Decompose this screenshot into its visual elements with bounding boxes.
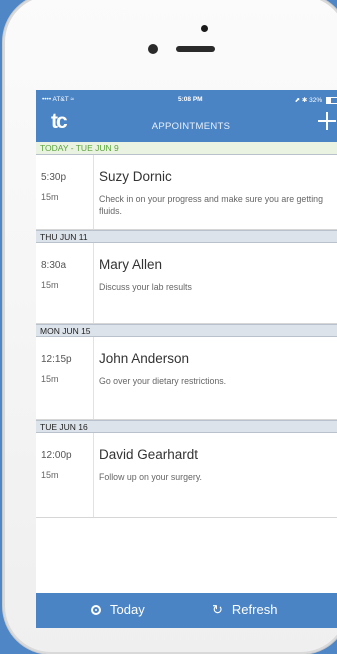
target-icon (91, 604, 101, 615)
front-camera (201, 25, 208, 32)
patient-name: David Gearhardt (99, 447, 199, 462)
appointment-time: 5:30p (41, 172, 67, 183)
refresh-icon: ↻ (212, 602, 223, 617)
appointment-duration: 15m (41, 374, 59, 384)
appointment-note: Follow up on your surgery. (99, 472, 203, 482)
appointment-note: Go over your dietary restrictions. (99, 376, 227, 386)
section-header-date: MON JUN 15 (36, 324, 337, 337)
battery-label: ⬈ ✱ 32% (294, 97, 323, 104)
section-header-date: TUE JUN 16 (36, 420, 337, 433)
appointment-time: 12:00p (41, 450, 72, 461)
appointment-time: 12:15p (41, 354, 72, 365)
section-header-date: THU JUN 11 (36, 230, 337, 243)
appointment-row[interactable]: 12:15p 15m John Anderson Go over your di… (36, 337, 337, 420)
appointment-row[interactable]: 5:30p 15m Suzy Dornic Check in on your p… (36, 155, 337, 230)
proximity-sensor (148, 44, 158, 54)
appointment-note: Discuss your lab results (99, 282, 192, 292)
earpiece-speaker (176, 46, 215, 52)
page-title: APPOINTMENTS (151, 121, 231, 132)
app-header: •••• AT&T ≈ 5:08 PM ⬈ ✱ 32% tc APPOINTME… (36, 90, 337, 142)
appointment-duration: 15m (41, 192, 59, 202)
appointment-list: TODAY - TUE JUN 9 5:30p 15m Suzy Dornic … (36, 142, 337, 518)
today-button[interactable]: Today (91, 602, 145, 617)
status-time: 5:08 PM (178, 96, 203, 103)
appointment-note: Check in on your progress and make sure … (99, 194, 323, 216)
refresh-button[interactable]: ↻ Refresh (212, 602, 277, 617)
section-header-today: TODAY - TUE JUN 9 (36, 142, 337, 155)
appointment-time: 8:30a (41, 260, 67, 271)
today-label: Today (110, 602, 145, 617)
patient-name: John Anderson (99, 351, 190, 366)
phone-frame: •••• AT&T ≈ 5:08 PM ⬈ ✱ 32% tc APPOINTME… (3, 0, 337, 654)
appointment-row[interactable]: 8:30a 15m Mary Allen Discuss your lab re… (36, 243, 337, 324)
battery-icon (326, 96, 337, 104)
appointment-duration: 15m (41, 280, 59, 290)
status-bar: •••• AT&T ≈ 5:08 PM ⬈ ✱ 32% (36, 90, 337, 106)
app-screen: •••• AT&T ≈ 5:08 PM ⬈ ✱ 32% tc APPOINTME… (36, 90, 337, 628)
patient-name: Mary Allen (99, 257, 163, 272)
patient-name: Suzy Dornic (99, 169, 172, 184)
refresh-label: Refresh (231, 602, 278, 617)
carrier-label: •••• AT&T ≈ (42, 96, 74, 103)
appointment-row[interactable]: 12:00p 15m David Gearhardt Follow up on … (36, 433, 337, 518)
appointment-duration: 15m (41, 470, 59, 480)
add-appointment-button[interactable] (316, 110, 337, 132)
battery-indicator: ⬈ ✱ 32% (295, 96, 337, 104)
bottom-toolbar: Today ↻ Refresh (36, 593, 337, 628)
